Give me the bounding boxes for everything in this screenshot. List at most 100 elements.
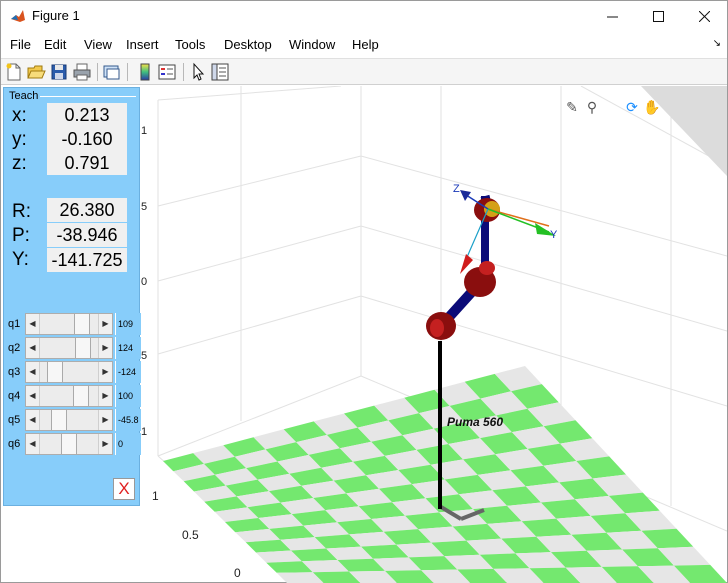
insert-colorbar-icon[interactable] bbox=[135, 62, 155, 82]
z-tick: 5 bbox=[141, 350, 147, 362]
slider-thumb[interactable] bbox=[73, 386, 89, 406]
menu-edit[interactable]: Edit bbox=[44, 37, 66, 52]
robot-name-label: Puma 560 bbox=[447, 415, 503, 429]
pitch-label: P: bbox=[12, 225, 30, 246]
window-title: Figure 1 bbox=[32, 8, 80, 23]
joint-slider-q6[interactable]: ◀ ▶ bbox=[25, 433, 113, 455]
minimize-icon bbox=[606, 16, 618, 17]
close-window-button[interactable] bbox=[681, 1, 727, 31]
frame-y-label: Y bbox=[550, 229, 558, 241]
save-icon[interactable] bbox=[49, 62, 69, 82]
menu-tools[interactable]: Tools bbox=[175, 37, 205, 52]
menu-bar: File Edit View Insert Tools Desktop Wind… bbox=[1, 32, 727, 56]
new-figure-icon[interactable] bbox=[4, 62, 24, 82]
joint-label-q3: q3 bbox=[8, 366, 21, 378]
teach-panel: Teach x: 0.213 y: -0.160 z: 0.791 R: 26.… bbox=[3, 87, 141, 506]
robot-joint-face bbox=[479, 261, 495, 275]
toolbar-separator bbox=[127, 63, 128, 81]
slider-right-arrow-icon[interactable]: ▶ bbox=[98, 362, 112, 382]
joint-slider-q3[interactable]: ◀ ▶ bbox=[25, 361, 113, 383]
y-label: y: bbox=[12, 129, 27, 150]
slider-left-arrow-icon[interactable]: ◀ bbox=[26, 314, 40, 334]
robot-joint-face bbox=[484, 201, 500, 217]
joint-value-q6: 0 bbox=[115, 433, 141, 455]
x-label: x: bbox=[12, 105, 27, 126]
slider-right-arrow-icon[interactable]: ▶ bbox=[98, 314, 112, 334]
maximize-button[interactable] bbox=[635, 1, 681, 31]
robot-plot-3d[interactable]: 1 5 0 5 1 1 0.5 0 Z Y Puma 560 bbox=[141, 86, 727, 583]
yaw-label: Y: bbox=[12, 249, 29, 270]
joint-label-q6: q6 bbox=[8, 438, 21, 450]
figure-window: Figure 1 File Edit View Insert Tools Des… bbox=[0, 0, 728, 583]
joint-value-q2: 124 bbox=[115, 337, 141, 359]
minimize-button[interactable] bbox=[589, 1, 635, 31]
x-value: 0.213 bbox=[47, 103, 127, 127]
joint-value-q1: 109 bbox=[115, 313, 141, 335]
teach-close-button[interactable]: X bbox=[113, 478, 135, 500]
print-icon[interactable] bbox=[72, 62, 92, 82]
slider-right-arrow-icon[interactable]: ▶ bbox=[98, 386, 112, 406]
roll-label: R: bbox=[12, 201, 31, 222]
joint-value-q4: 100 bbox=[115, 385, 141, 407]
axes-corner-shade bbox=[641, 86, 727, 176]
slider-right-arrow-icon[interactable]: ▶ bbox=[98, 410, 112, 430]
slider-left-arrow-icon[interactable]: ◀ bbox=[26, 338, 40, 358]
y-tick: 0 bbox=[234, 566, 241, 580]
joint-slider-q2[interactable]: ◀ ▶ bbox=[25, 337, 113, 359]
menu-desktop[interactable]: Desktop bbox=[224, 37, 272, 52]
robot-joint-face bbox=[430, 319, 444, 337]
dock-arrow-icon[interactable]: ↘ bbox=[713, 38, 721, 49]
z-tick: 5 bbox=[141, 201, 147, 213]
joint-value-q3: -124 bbox=[115, 361, 141, 383]
joint-label-q1: q1 bbox=[8, 318, 21, 330]
open-file-icon[interactable] bbox=[26, 62, 46, 82]
menu-insert[interactable]: Insert bbox=[126, 37, 159, 52]
menu-view[interactable]: View bbox=[84, 37, 112, 52]
title-bar: Figure 1 bbox=[1, 1, 727, 31]
close-icon bbox=[698, 10, 710, 22]
slider-left-arrow-icon[interactable]: ◀ bbox=[26, 410, 40, 430]
z-tick: 1 bbox=[141, 426, 147, 438]
slider-thumb[interactable] bbox=[75, 338, 91, 358]
frame-x-axis bbox=[487, 208, 550, 227]
maximize-icon bbox=[652, 10, 664, 22]
frame-z-label: Z bbox=[453, 183, 460, 195]
joint-slider-q5[interactable]: ◀ ▶ bbox=[25, 409, 113, 431]
slider-right-arrow-icon[interactable]: ▶ bbox=[98, 338, 112, 358]
roll-value: 26.380 bbox=[47, 198, 127, 222]
menu-help[interactable]: Help bbox=[352, 37, 379, 52]
slider-thumb[interactable] bbox=[47, 362, 63, 382]
z-axis-ticks: 1 5 0 5 1 bbox=[141, 125, 147, 438]
joint-slider-q1[interactable]: ◀ ▶ bbox=[25, 313, 113, 335]
edit-plot-icon[interactable] bbox=[188, 62, 208, 82]
toolbar-separator bbox=[97, 63, 98, 81]
y-tick: 0.5 bbox=[182, 528, 199, 542]
yaw-value: -141.725 bbox=[47, 248, 127, 272]
y-value: -0.160 bbox=[47, 127, 127, 151]
joint-label-q5: q5 bbox=[8, 414, 21, 426]
menu-file[interactable]: File bbox=[10, 37, 31, 52]
menu-window[interactable]: Window bbox=[289, 37, 335, 52]
insert-legend-icon[interactable] bbox=[157, 62, 177, 82]
joint-slider-q4[interactable]: ◀ ▶ bbox=[25, 385, 113, 407]
z-value: 0.791 bbox=[47, 151, 127, 175]
checkerboard-floor bbox=[163, 366, 727, 583]
z-label: z: bbox=[12, 153, 27, 174]
matlab-logo-icon bbox=[11, 10, 25, 22]
z-tick: 0 bbox=[141, 276, 147, 288]
joint-value-q5: -45.8 bbox=[115, 409, 141, 431]
joint-label-q2: q2 bbox=[8, 342, 21, 354]
slider-left-arrow-icon[interactable]: ◀ bbox=[26, 434, 40, 454]
figure-toolbar bbox=[1, 58, 727, 85]
link-plot-icon[interactable] bbox=[102, 62, 122, 82]
slider-left-arrow-icon[interactable]: ◀ bbox=[26, 362, 40, 382]
slider-thumb[interactable] bbox=[61, 434, 77, 454]
slider-right-arrow-icon[interactable]: ▶ bbox=[98, 434, 112, 454]
slider-thumb[interactable] bbox=[51, 410, 67, 430]
slider-thumb[interactable] bbox=[74, 314, 90, 334]
frame-z-arrow bbox=[460, 190, 471, 201]
y-tick: 1 bbox=[152, 489, 159, 503]
z-tick: 1 bbox=[141, 125, 147, 137]
property-inspector-icon[interactable] bbox=[210, 62, 230, 82]
slider-left-arrow-icon[interactable]: ◀ bbox=[26, 386, 40, 406]
